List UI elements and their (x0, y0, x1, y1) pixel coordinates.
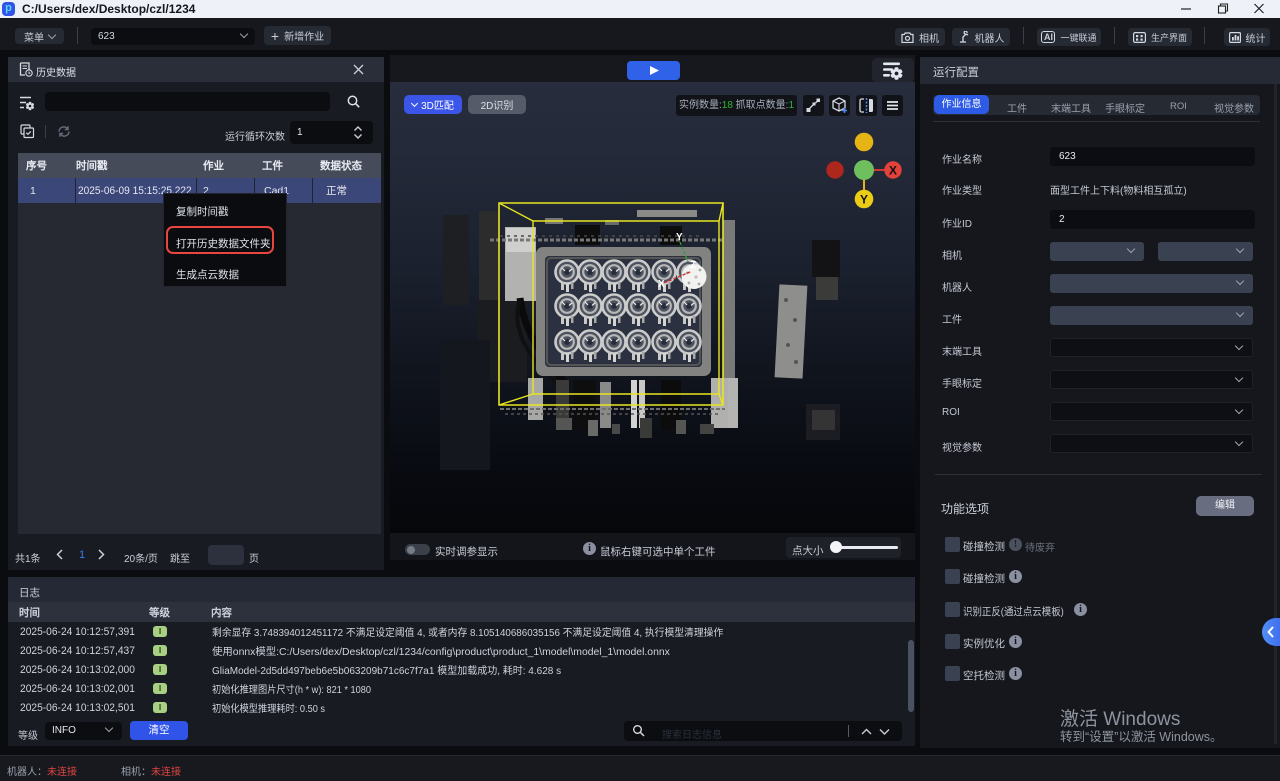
svg-text:Y: Y (860, 193, 868, 207)
svg-text:Z: Z (690, 260, 696, 271)
svg-text:Y: Y (676, 232, 683, 243)
svg-text:X: X (658, 279, 665, 290)
svg-text:X: X (889, 164, 897, 178)
